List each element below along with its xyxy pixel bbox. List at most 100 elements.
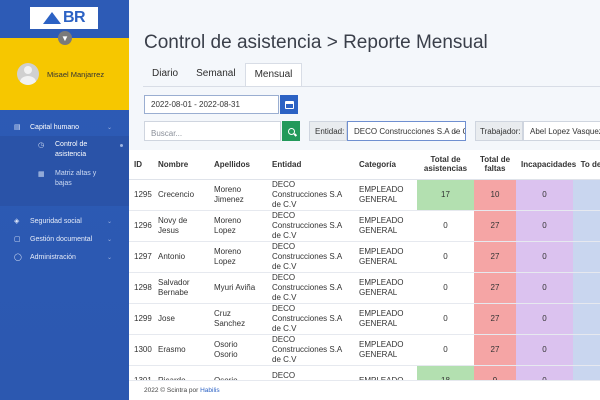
sidebar-subitem-label: Control de asistencia (55, 141, 88, 158)
cell-nombre: Novy de Jesus (153, 210, 209, 242)
chevron-down-icon: ▼ (61, 33, 69, 43)
tab-semanal[interactable]: Semanal (187, 63, 244, 87)
cell-apellidos: Cruz Sanchez (209, 303, 267, 335)
worker-select[interactable]: Abel Lopez Vasquez (523, 121, 600, 141)
sidebar-subitem-control-asistencia[interactable]: ◷ Control de asistencia (0, 140, 129, 160)
cell-asistencias: 18 (417, 365, 474, 380)
cell-entidad: DECO Construcciones S.A de C.V (267, 272, 354, 304)
col-header-faltas[interactable]: Total de faltas (474, 150, 516, 180)
cell-entidad: DECO Construcciones S.A de C.V (267, 241, 354, 273)
cell-categoria: EMPLEADO GENERAL (354, 272, 417, 304)
cell-faltas: 10 (474, 179, 516, 211)
col-header-id[interactable]: ID (129, 150, 153, 180)
tab-diario[interactable]: Diario (143, 63, 187, 87)
collapse-sidebar-button[interactable]: ▼ (58, 31, 72, 45)
table-header-row: ID Nombre Apellidos Entidad Categoría To… (129, 150, 600, 180)
date-range-input[interactable]: 2022-08-01 - 2022-08-31 (144, 95, 279, 114)
cell-entidad: DECO Construcciones (267, 365, 354, 380)
footer-link[interactable]: Habilis (200, 387, 220, 394)
user-name: Misael Manjarrez (47, 69, 105, 79)
table-row[interactable]: 1296 Novy de Jesus Moreno Lopez DECO Con… (129, 210, 600, 242)
tab-mensual[interactable]: Mensual (244, 63, 303, 87)
table-row[interactable]: 1295 Crecencio Moreno Jimenez DECO Const… (129, 179, 600, 211)
tab-divider (143, 86, 600, 87)
cell-nombre: Jose (153, 303, 209, 335)
sidebar-nav: ▤ Capital humano ⌄ ◷ Control de asistenc… (0, 118, 129, 266)
table-row[interactable]: 1299 Jose Cruz Sanchez DECO Construccion… (129, 303, 600, 335)
col-header-categoria[interactable]: Categoría (354, 150, 417, 180)
sidebar-subitem-matriz-altas[interactable]: ▦ Matriz altas y bajas (0, 169, 129, 189)
cell-nombre: Erasmo (153, 334, 209, 366)
search-input[interactable] (144, 121, 281, 141)
cell-categoria: EMPLEADO GENERAL (354, 210, 417, 242)
cell-faltas: 9 (474, 365, 516, 380)
cell-categoria: EMPLEADO GENERAL (354, 241, 417, 273)
cell-incapacidades: 0 (516, 272, 573, 304)
clock-icon: ◷ (38, 142, 45, 149)
cell-total (573, 303, 600, 335)
col-header-asistencias[interactable]: Total de asistencias (417, 150, 474, 180)
sidebar-item-label: Administración (30, 253, 76, 261)
cell-incapacidades: 0 (516, 303, 573, 335)
avatar[interactable] (17, 63, 39, 85)
sidebar-item-capital-humano[interactable]: ▤ Capital humano ⌄ (0, 118, 129, 136)
entity-select[interactable]: DECO Construcciones S.A de C.V ⌄ (347, 121, 466, 141)
cell-id: 1296 (129, 210, 153, 242)
table-row[interactable]: 1300 Erasmo Osorio Osorio DECO Construcc… (129, 334, 600, 366)
table-row[interactable]: 1301 Ricardo Osorio DECO Construcciones … (129, 365, 600, 380)
col-header-incapacidades[interactable]: Incapacidades (516, 150, 576, 180)
sidebar-item-label: Capital humano (30, 123, 80, 131)
worker-label: Trabajador: (475, 121, 523, 141)
folder-icon: ▢ (14, 236, 21, 243)
sidebar-item-administracion[interactable]: ◯ Administración ⌄ (0, 248, 129, 266)
cell-incapacidades: 0 (516, 179, 573, 211)
sidebar-subitem-label: Matriz altas y bajas (55, 170, 97, 187)
calendar-icon (284, 100, 294, 109)
table-row[interactable]: 1298 Salvador Bernabe Myuri Aviña DECO C… (129, 272, 600, 304)
cell-nombre: Antonio (153, 241, 209, 273)
logo-text: BR (62, 9, 86, 26)
cell-entidad: DECO Construcciones S.A de C.V (267, 210, 354, 242)
shield-icon: ◈ (14, 218, 20, 225)
cell-categoria: EMPLEADO (354, 365, 417, 380)
entity-label: Entidad: (309, 121, 347, 141)
footer: 2022 © Scintra por Habilis (129, 380, 600, 400)
cell-faltas: 27 (474, 241, 516, 273)
id-card-icon: ▤ (14, 124, 21, 131)
cell-id: 1295 (129, 179, 153, 211)
cell-categoria: EMPLEADO GENERAL (354, 303, 417, 335)
sidebar-item-gestion-documental[interactable]: ▢ Gestión documental ⌄ (0, 230, 129, 248)
cell-nombre: Salvador Bernabe (153, 272, 209, 304)
cell-id: 1301 (129, 365, 153, 380)
cell-apellidos: Moreno Lopez (209, 241, 267, 273)
table-row[interactable]: 1297 Antonio Moreno Lopez DECO Construcc… (129, 241, 600, 273)
cell-asistencias: 0 (417, 303, 474, 335)
brand-logo[interactable]: BR (30, 7, 98, 29)
search-button[interactable] (282, 121, 300, 141)
sidebar-item-label: Gestión documental (30, 235, 93, 243)
cell-faltas: 27 (474, 334, 516, 366)
cell-faltas: 27 (474, 272, 516, 304)
active-indicator (120, 144, 123, 147)
cell-asistencias: 0 (417, 210, 474, 242)
footer-text: 2022 © Scintra por (144, 387, 199, 394)
col-header-total[interactable]: To de (573, 150, 600, 180)
chevron-down-icon: ⌄ (452, 126, 459, 135)
main-content: Control de asistencia > Reporte Mensual … (129, 0, 600, 400)
col-header-nombre[interactable]: Nombre (153, 150, 209, 180)
date-picker-button[interactable] (280, 95, 298, 114)
cell-asistencias: 0 (417, 272, 474, 304)
sidebar-item-seguridad-social[interactable]: ◈ Seguridad social ⌄ (0, 212, 129, 230)
cell-id: 1298 (129, 272, 153, 304)
col-header-entidad[interactable]: Entidad (267, 150, 354, 180)
user-panel: Misael Manjarrez (0, 38, 129, 110)
col-header-apellidos[interactable]: Apellidos (209, 150, 267, 180)
cell-categoria: EMPLEADO GENERAL (354, 334, 417, 366)
cell-apellidos: Moreno Lopez (209, 210, 267, 242)
sidebar-submenu: ◷ Control de asistencia ▦ Matriz altas y… (0, 136, 129, 206)
logo-mark-icon (42, 12, 61, 24)
globe-icon: ◯ (14, 254, 22, 261)
sidebar-item-label: Seguridad social (30, 217, 82, 225)
cell-total (573, 179, 600, 211)
cell-entidad: DECO Construcciones S.A de C.V (267, 334, 354, 366)
